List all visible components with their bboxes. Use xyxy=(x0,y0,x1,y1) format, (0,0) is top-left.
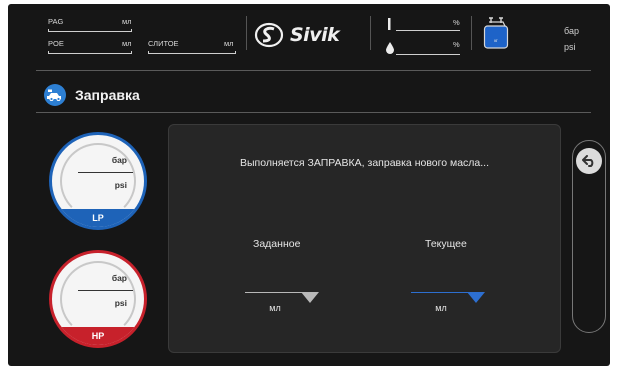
setpoint-value-field[interactable]: мл xyxy=(245,292,319,313)
pressure-unit-psi: psi xyxy=(564,42,576,52)
low-pressure-gauge[interactable]: бар psi LP xyxy=(49,132,147,230)
level-oil-unit: % xyxy=(453,40,460,49)
setpoint-label: Заданное xyxy=(253,238,301,250)
level-oil-bar xyxy=(396,54,460,55)
hp-label: HP xyxy=(91,331,105,341)
page-title: Заправка xyxy=(75,87,140,103)
level-temperature-unit: % xyxy=(453,18,460,27)
pressure-unit-bar: бар xyxy=(564,26,579,36)
oil-drained-bar xyxy=(148,51,236,54)
hp-unit-psi: psi xyxy=(114,298,127,308)
refrigerant-tank-icon: кг xyxy=(483,17,509,49)
level-row-oil: % xyxy=(386,40,460,56)
divider xyxy=(36,70,591,71)
oil-poe-row: POE мл xyxy=(48,39,132,55)
oil-poe-bar xyxy=(48,51,132,54)
current-value-field: мл xyxy=(411,292,485,313)
brand-logo: Sivik xyxy=(254,22,340,48)
current-indicator-icon xyxy=(467,292,485,303)
high-pressure-gauge[interactable]: бар psi HP xyxy=(49,250,147,348)
lp-label: LP xyxy=(92,213,104,223)
setpoint-underline xyxy=(245,292,305,293)
back-button[interactable] xyxy=(576,148,602,174)
separator xyxy=(370,16,371,50)
brand-name: Sivik xyxy=(290,24,340,46)
gauge-divider xyxy=(78,172,133,173)
car-service-icon xyxy=(44,84,66,106)
lp-label-band: LP xyxy=(52,209,144,227)
setpoint-dropdown-icon[interactable] xyxy=(301,292,319,303)
oil-drained-label: СЛИТОЕ xyxy=(148,39,179,48)
back-arrow-icon xyxy=(582,155,594,167)
level-temperature-bar xyxy=(396,30,460,31)
setpoint-unit: мл xyxy=(269,303,281,313)
separator xyxy=(246,16,247,50)
oil-pag-unit: мл xyxy=(122,17,132,26)
thermometer-icon xyxy=(388,18,391,30)
oil-drained-unit: мл xyxy=(224,39,234,48)
hp-label-band: HP xyxy=(52,327,144,345)
charging-panel: Выполняется ЗАПРАВКА, заправка нового ма… xyxy=(168,124,561,353)
current-underline xyxy=(411,292,471,293)
gauge-divider xyxy=(78,290,133,291)
tank-label: кг xyxy=(494,38,498,43)
status-message: Выполняется ЗАПРАВКА, заправка нового ма… xyxy=(239,157,490,169)
divider xyxy=(36,112,591,113)
sivik-logo-icon xyxy=(254,22,284,48)
level-row-temperature: % xyxy=(386,18,460,34)
page-header: Заправка xyxy=(44,82,140,108)
lp-unit-bar: бар xyxy=(111,155,127,165)
oil-poe-label: POE xyxy=(48,39,64,48)
oil-pag-label: PAG xyxy=(48,17,64,26)
hp-unit-bar: бар xyxy=(111,273,127,283)
current-unit: мл xyxy=(435,303,447,313)
separator xyxy=(471,16,472,50)
oil-drained-row: СЛИТОЕ мл xyxy=(148,39,236,55)
lp-unit-psi: psi xyxy=(114,180,127,190)
drop-icon xyxy=(386,42,394,54)
status-bar: PAG мл POE мл СЛИТОЕ мл Sivik % % кг бар… xyxy=(8,4,610,66)
current-label: Текущее xyxy=(425,238,467,250)
oil-poe-unit: мл xyxy=(122,39,132,48)
app-screen: PAG мл POE мл СЛИТОЕ мл Sivik % % кг бар… xyxy=(8,4,610,366)
oil-pag-row: PAG мл xyxy=(48,17,132,33)
oil-pag-bar xyxy=(48,29,132,32)
